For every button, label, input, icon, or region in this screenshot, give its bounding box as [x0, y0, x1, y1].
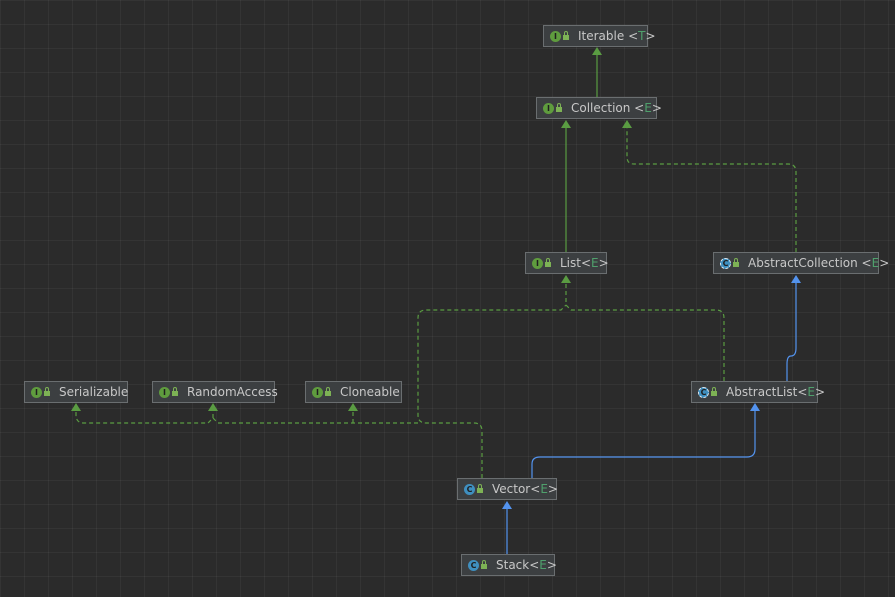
public-lock-icon — [733, 257, 739, 267]
public-lock-icon — [545, 257, 551, 267]
edge-abstractcollection-implements-collection — [626, 124, 797, 252]
node-iterable[interactable]: I Iterable <T> — [543, 25, 656, 47]
class-icon: C — [468, 559, 479, 571]
node-serializable[interactable]: I Serializable — [24, 381, 128, 403]
abstract-class-icon: C — [698, 386, 709, 398]
public-lock-icon — [711, 386, 717, 396]
node-vector[interactable]: C Vector<E> — [457, 478, 558, 500]
node-label: AbstractList<E> — [726, 385, 826, 399]
public-lock-icon — [556, 102, 562, 112]
public-lock-icon — [481, 559, 487, 569]
interface-icon: I — [31, 386, 42, 398]
node-label: RandomAccess — [187, 385, 278, 399]
abstract-class-icon: C — [720, 257, 731, 269]
node-cloneable[interactable]: I Cloneable — [305, 381, 402, 403]
node-label: Collection <E> — [571, 101, 662, 115]
arrowhead-serializable — [71, 403, 81, 411]
arrowhead-randomaccess — [208, 403, 218, 411]
edge-abstractlist-extends-abstractcollection — [786, 279, 797, 381]
node-collection[interactable]: I Collection <E> — [536, 97, 662, 119]
arrowhead-abstractlist — [750, 403, 760, 411]
edge-vector-implements-list — [417, 304, 567, 478]
node-label: Serializable — [59, 385, 129, 399]
interface-icon: I — [312, 386, 323, 398]
public-lock-icon — [477, 483, 483, 493]
node-label: Iterable <T> — [578, 29, 656, 43]
node-stack[interactable]: C Stack<E> — [461, 554, 557, 576]
arrowhead-collection-from-abstractcollection — [622, 120, 632, 128]
interface-icon: I — [550, 30, 561, 42]
edge-abstractlist-implements-list — [565, 279, 725, 381]
node-label: Stack<E> — [496, 558, 557, 572]
public-lock-icon — [172, 386, 178, 396]
class-icon: C — [464, 483, 475, 495]
node-list[interactable]: I List<E> — [525, 252, 609, 274]
arrowhead-abstractcollection — [791, 275, 801, 283]
edge-vector-implements-serializable — [75, 407, 418, 424]
edge-vector-extends-abstractlist — [531, 407, 756, 478]
public-lock-icon — [563, 30, 569, 40]
interface-icon: I — [532, 257, 543, 269]
arrowhead-vector — [502, 501, 512, 509]
node-label: Vector<E> — [492, 482, 558, 496]
arrowhead-collection-from-list — [561, 120, 571, 128]
node-label: List<E> — [560, 256, 609, 270]
public-lock-icon — [325, 386, 331, 396]
interface-icon: I — [543, 102, 554, 114]
arrowhead-cloneable — [348, 403, 358, 411]
class-diagram-edges — [71, 47, 801, 554]
node-abstract-collection[interactable]: C AbstractCollection <E> — [713, 252, 889, 274]
node-label: Cloneable — [340, 385, 400, 399]
node-random-access[interactable]: I RandomAccess — [152, 381, 278, 403]
interface-icon: I — [159, 386, 170, 398]
node-label: AbstractCollection <E> — [748, 256, 890, 270]
node-abstract-list[interactable]: C AbstractList<E> — [691, 381, 825, 403]
arrowhead-list — [561, 275, 571, 283]
arrowhead-iterable — [592, 47, 602, 55]
public-lock-icon — [44, 386, 50, 396]
